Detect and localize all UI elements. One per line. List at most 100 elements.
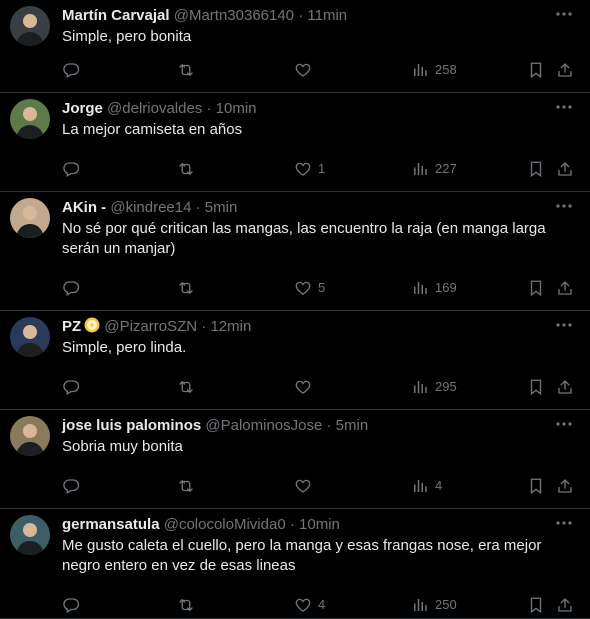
reply-button[interactable]: [62, 58, 80, 82]
retweet-button[interactable]: [177, 276, 195, 300]
display-name[interactable]: PZ: [62, 318, 81, 335]
heart-icon: [294, 160, 312, 178]
bookmark-button[interactable]: [527, 157, 545, 181]
share-button[interactable]: [556, 157, 574, 181]
timestamp[interactable]: 10min: [216, 100, 257, 117]
like-button[interactable]: [294, 375, 318, 399]
retweet-icon: [177, 596, 195, 614]
bookmark-button[interactable]: [527, 58, 545, 82]
tweet-text: Sobria muy bonita: [62, 438, 183, 455]
display-name[interactable]: AKin -: [62, 199, 106, 216]
action-bar: 295: [0, 375, 590, 399]
reply-button[interactable]: [62, 474, 80, 498]
bookmark-icon: [527, 61, 545, 79]
retweet-button[interactable]: [177, 375, 195, 399]
disc-icon: [84, 317, 100, 333]
display-name[interactable]: Martín Carvajal: [62, 7, 170, 24]
views-button[interactable]: 169: [411, 276, 457, 300]
share-button[interactable]: [556, 276, 574, 300]
bookmark-icon: [527, 596, 545, 614]
reply-button[interactable]: [62, 375, 80, 399]
reply-tweet[interactable]: PZ @PizarroSZN · 12min Simple, pero linda…: [0, 311, 590, 410]
like-button[interactable]: 1: [294, 157, 325, 181]
retweet-icon: [177, 378, 195, 396]
share-button[interactable]: [556, 375, 574, 399]
user-handle[interactable]: @PalominosJose: [205, 417, 322, 434]
avatar[interactable]: [10, 99, 50, 139]
share-button[interactable]: [556, 593, 574, 617]
view-count: 258: [435, 62, 457, 77]
display-name[interactable]: germansatula: [62, 516, 160, 533]
user-handle[interactable]: @PizarroSZN: [104, 318, 197, 335]
more-icon[interactable]: [552, 97, 576, 117]
more-icon[interactable]: [552, 513, 576, 533]
view-count: 227: [435, 161, 457, 176]
avatar[interactable]: [10, 198, 50, 238]
views-button[interactable]: 258: [411, 58, 457, 82]
timestamp[interactable]: 12min: [210, 318, 251, 335]
like-button[interactable]: [294, 474, 318, 498]
views-icon: [411, 378, 429, 396]
timestamp[interactable]: 5min: [336, 417, 369, 434]
avatar[interactable]: [10, 416, 50, 456]
like-button[interactable]: [294, 58, 318, 82]
views-button[interactable]: 4: [411, 474, 442, 498]
views-button[interactable]: 250: [411, 593, 457, 617]
heart-icon: [294, 596, 312, 614]
reply-tweet[interactable]: AKin - @kindree14 · 5min No sé por qué cr…: [0, 192, 590, 311]
timestamp[interactable]: 11min: [307, 7, 347, 24]
user-handle[interactable]: @delriovaldes: [107, 100, 202, 117]
avatar[interactable]: [10, 6, 50, 46]
heart-icon: [294, 279, 312, 297]
bookmark-button[interactable]: [527, 474, 545, 498]
user-handle[interactable]: @kindree14: [110, 199, 191, 216]
like-button[interactable]: 5: [294, 276, 325, 300]
display-name[interactable]: Jorge: [62, 100, 103, 117]
reply-icon: [62, 61, 80, 79]
retweet-button[interactable]: [177, 157, 195, 181]
avatar[interactable]: [10, 515, 50, 555]
reply-icon: [62, 378, 80, 396]
timestamp[interactable]: 10min: [299, 516, 340, 533]
action-bar: 4: [0, 474, 590, 498]
bookmark-button[interactable]: [527, 375, 545, 399]
more-icon[interactable]: [552, 4, 576, 24]
views-icon: [411, 596, 429, 614]
tweet-header: Jorge @delriovaldes · 10min: [62, 99, 257, 119]
reply-button[interactable]: [62, 157, 80, 181]
share-button[interactable]: [556, 474, 574, 498]
bookmark-icon: [527, 279, 545, 297]
user-handle[interactable]: @colocoloMivida0: [164, 516, 286, 533]
retweet-icon: [177, 279, 195, 297]
more-icon[interactable]: [552, 315, 576, 335]
views-button[interactable]: 227: [411, 157, 457, 181]
share-icon: [556, 61, 574, 79]
retweet-icon: [177, 61, 195, 79]
retweet-button[interactable]: [177, 58, 195, 82]
tweet-text: No sé por qué critican las mangas, las e…: [62, 220, 546, 257]
more-icon[interactable]: [552, 414, 576, 434]
bookmark-button[interactable]: [527, 593, 545, 617]
action-bar: 5 169: [0, 276, 590, 300]
retweet-button[interactable]: [177, 474, 195, 498]
reply-tweet[interactable]: germansatula @colocoloMivida0 · 10min Me …: [0, 509, 590, 619]
like-button[interactable]: 4: [294, 593, 325, 617]
reply-tweet[interactable]: Jorge @delriovaldes · 10min La mejor cami…: [0, 93, 590, 192]
share-icon: [556, 160, 574, 178]
reply-tweet[interactable]: Martín Carvajal @Martn30366140 · 11min Si…: [0, 0, 590, 93]
reply-tweet[interactable]: jose luis palominos @PalominosJose · 5mi…: [0, 410, 590, 509]
heart-icon: [294, 61, 312, 79]
retweet-button[interactable]: [177, 593, 195, 617]
user-handle[interactable]: @Martn30366140: [174, 7, 294, 24]
separator-dot: ·: [298, 7, 304, 24]
display-name[interactable]: jose luis palominos: [62, 417, 201, 434]
reply-button[interactable]: [62, 276, 80, 300]
avatar[interactable]: [10, 317, 50, 357]
share-button[interactable]: [556, 58, 574, 82]
bookmark-button[interactable]: [527, 276, 545, 300]
timestamp[interactable]: 5min: [205, 199, 238, 216]
views-button[interactable]: 295: [411, 375, 457, 399]
views-icon: [411, 279, 429, 297]
more-icon[interactable]: [552, 196, 576, 216]
reply-button[interactable]: [62, 593, 80, 617]
